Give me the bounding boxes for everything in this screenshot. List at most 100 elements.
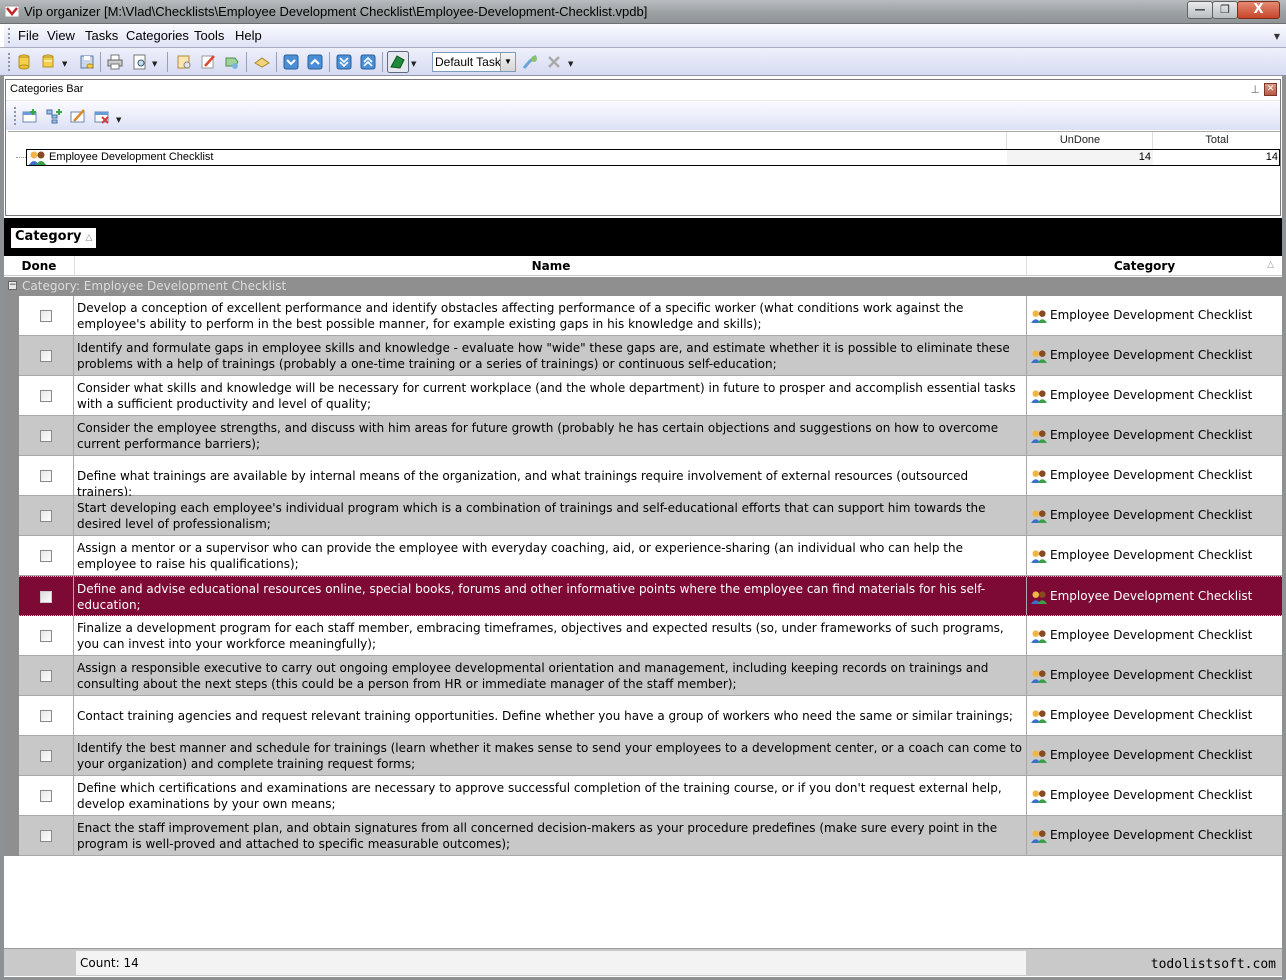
minimize-icon: — [1194,3,1206,16]
group-row[interactable]: − Category: Employee Development Checkli… [4,277,1282,296]
done-checkbox[interactable] [40,470,52,482]
new-task-icon[interactable] [175,53,193,71]
close-button[interactable]: X [1237,1,1280,19]
save-icon[interactable] [78,53,96,71]
edit-category-icon[interactable] [69,107,87,125]
pin-icon[interactable]: ⊥ [1250,83,1260,96]
done-checkbox[interactable] [40,390,52,402]
done-cell [19,736,74,775]
new-database-dropdown-icon[interactable]: ▼ [62,60,67,68]
column-divider [1152,132,1153,149]
move-top-icon[interactable] [359,53,377,71]
done-checkbox[interactable] [40,510,52,522]
add-category-icon[interactable] [21,107,39,125]
group-by-panel: Category △ [4,218,1282,256]
sort-ascending-icon: △ [1267,260,1274,270]
categories-toolbar-grip[interactable] [14,107,17,125]
print-icon[interactable] [106,53,124,71]
edit-task-icon[interactable] [199,53,217,71]
task-row[interactable]: Consider what skills and knowledge will … [19,376,1282,416]
task-category-cell: Employee Development Checklist [1026,536,1282,575]
print-dropdown-icon[interactable]: ▼ [152,60,157,68]
menu-categories[interactable]: Categories [126,28,189,43]
category-row[interactable]: Employee Development Checklist 14 14 [26,149,1280,166]
task-category-cell: Employee Development Checklist [1026,296,1282,335]
task-row[interactable]: Define and advise educational resources … [19,576,1282,616]
apply-view-icon[interactable] [521,53,539,71]
categories-toolbar-dropdown-icon[interactable]: ▼ [116,116,121,124]
task-row[interactable]: Start developing each employee's individ… [19,496,1282,536]
open-database-icon[interactable] [15,53,33,71]
menu-overflow-icon[interactable]: ▼ [1274,32,1280,41]
column-undone[interactable]: UnDone [1008,134,1152,146]
collapse-group-icon[interactable]: − [8,281,17,290]
column-name[interactable]: Name [75,259,1027,273]
done-checkbox[interactable] [40,710,52,722]
move-up-icon[interactable] [306,53,324,71]
task-row[interactable]: Assign a mentor or a supervisor who can … [19,536,1282,576]
task-row[interactable]: Define what trainings are available by i… [19,456,1282,499]
filter-dropdown-icon[interactable]: ▼ [411,60,416,68]
task-row[interactable]: Contact training agencies and request re… [19,696,1282,736]
toolbar-grip[interactable] [8,53,11,71]
mark-done-icon[interactable] [253,53,271,71]
task-row[interactable]: Consider the employee strengths, and dis… [19,416,1282,456]
categories-bar-title: Categories Bar [10,83,84,95]
task-row[interactable]: Identify the best manner and schedule fo… [19,736,1282,776]
group-by-category-chip[interactable]: Category △ [11,228,97,248]
task-row[interactable]: Enact the staff improvement plan, and ob… [19,816,1282,856]
delete-category-icon[interactable] [93,107,111,125]
people-group-icon [1031,430,1047,443]
people-group-icon [1031,390,1047,403]
task-row[interactable]: Finalize a development program for each … [19,616,1282,656]
done-cell [19,376,74,415]
menu-view[interactable]: View [47,28,75,43]
task-row[interactable]: Develop a conception of excellent perfor… [19,296,1282,336]
print-preview-icon[interactable] [131,53,149,71]
done-checkbox[interactable] [40,630,52,642]
menu-grip[interactable] [8,28,11,43]
minimize-button[interactable]: — [1187,1,1213,19]
done-checkbox[interactable] [40,750,52,762]
categories-bar-close-icon[interactable]: ✕ [1264,83,1277,96]
task-row[interactable]: Define which certifications and examinat… [19,776,1282,816]
toolbar-overflow-icon[interactable]: ▼ [568,60,573,68]
sort-ascending-icon: △ [85,233,93,243]
column-total[interactable]: Total [1154,134,1280,146]
people-group-icon [1031,830,1047,843]
done-checkbox[interactable] [40,550,52,562]
menu-file[interactable]: File [18,28,39,43]
done-checkbox[interactable] [40,350,52,362]
done-checkbox[interactable] [40,310,52,322]
delete-view-icon[interactable] [545,53,563,71]
menu-tools[interactable]: Tools [194,28,224,43]
add-subcategory-icon[interactable] [45,107,63,125]
app-logo-icon [5,5,19,18]
new-database-icon[interactable] [39,53,57,71]
done-checkbox[interactable] [40,430,52,442]
view-select[interactable]: Default Task ▼ [432,52,516,72]
people-group-icon [1031,350,1047,363]
view-select-arrow-icon[interactable]: ▼ [500,53,515,71]
window-title: Vip organizer [M:\Vlad\Checklists\Employ… [24,4,648,19]
close-icon: X [1253,2,1264,17]
move-bottom-icon[interactable] [335,53,353,71]
done-checkbox[interactable] [40,790,52,802]
restore-button[interactable]: ❐ [1212,1,1238,19]
done-cell [19,296,74,335]
done-checkbox[interactable] [40,591,52,603]
task-properties-icon[interactable] [223,53,241,71]
column-category[interactable]: Category [1027,259,1262,273]
menu-tasks[interactable]: Tasks [85,28,118,43]
filter-icon[interactable] [387,51,409,73]
done-cell [19,536,74,575]
done-checkbox[interactable] [40,670,52,682]
task-row[interactable]: Identify and formulate gaps in employee … [19,336,1282,376]
column-done[interactable]: Done [4,259,74,273]
task-row[interactable]: Assign a responsible executive to carry … [19,656,1282,696]
move-down-icon[interactable] [282,53,300,71]
menu-help[interactable]: Help [235,28,262,43]
tree-connector [16,157,26,158]
task-category: Employee Development Checklist [1050,708,1253,722]
done-checkbox[interactable] [40,830,52,842]
